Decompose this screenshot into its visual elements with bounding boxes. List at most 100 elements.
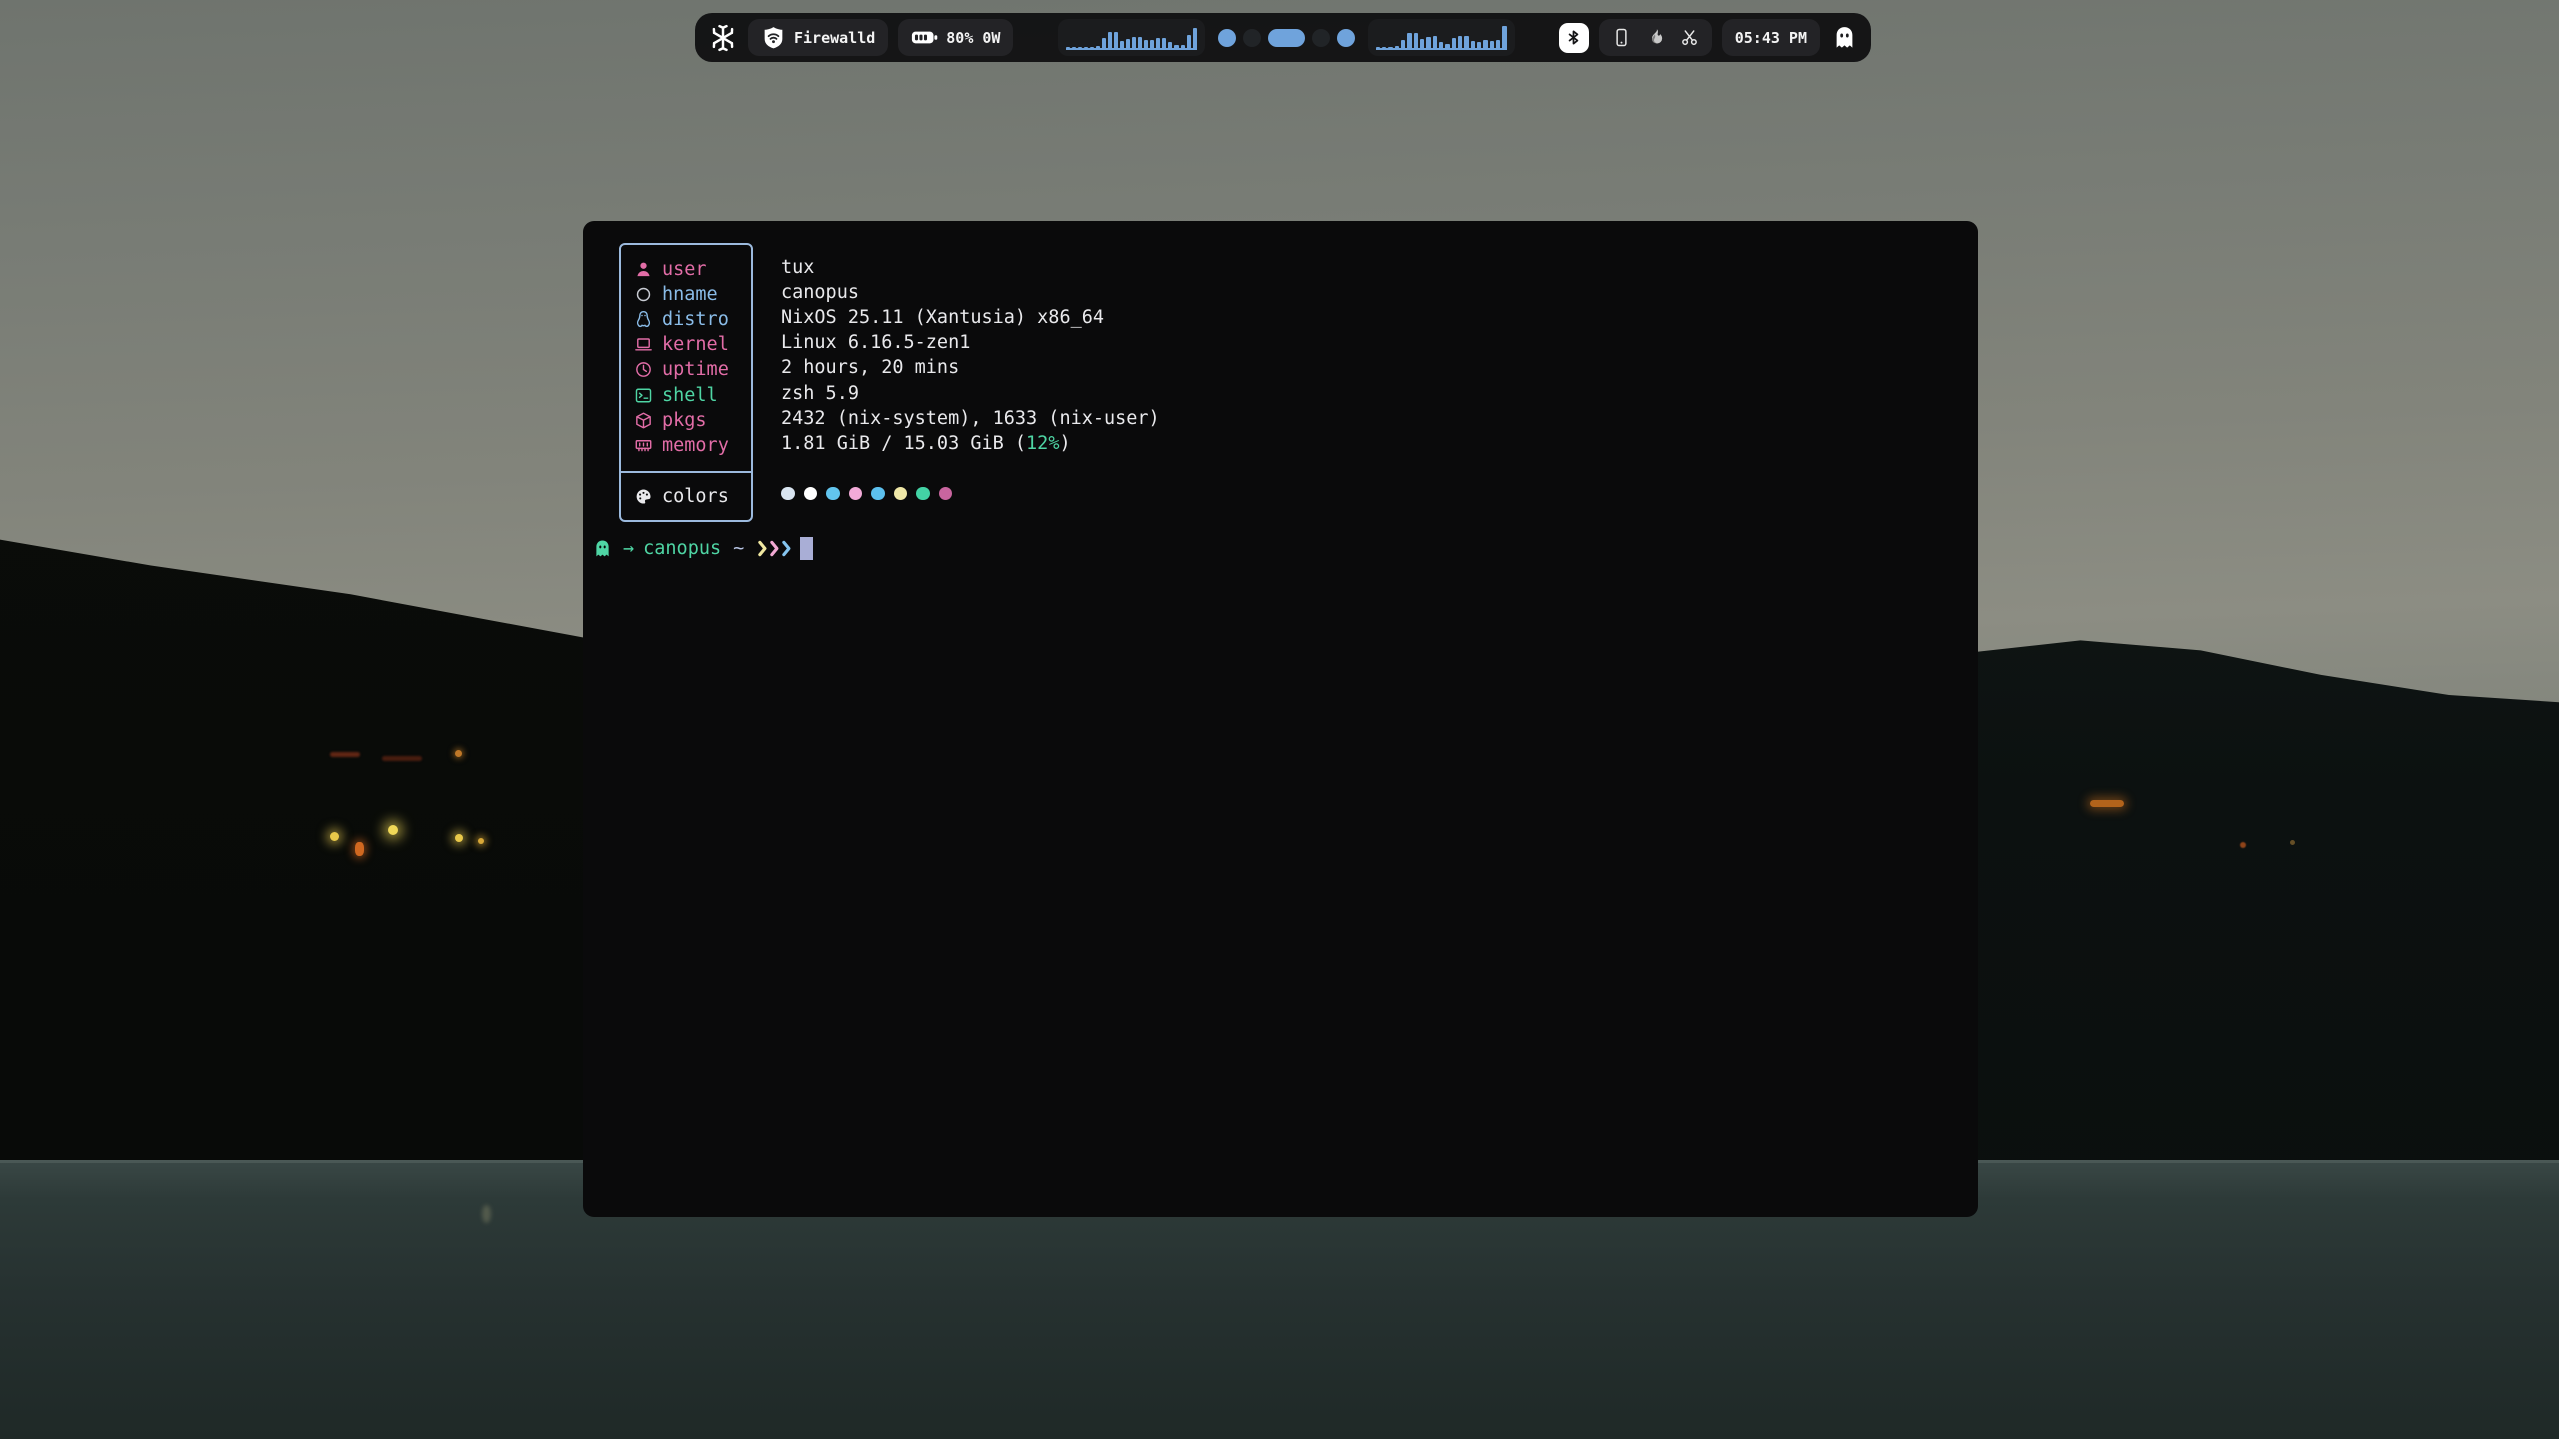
graph-bar <box>1078 47 1082 50</box>
chevron-right-icon <box>769 539 780 558</box>
penguin-icon <box>633 310 653 330</box>
graph-bar <box>1102 38 1106 50</box>
graph-bar <box>1490 41 1494 51</box>
graph-bar <box>1445 44 1449 50</box>
bluetooth-button[interactable] <box>1559 23 1589 53</box>
bar-right-group: 05:43 PM <box>1559 19 1858 56</box>
terminal-icon <box>633 385 653 405</box>
bar-left-group: Firewalld 80% 0W <box>708 19 1013 56</box>
laptop-icon <box>633 335 653 355</box>
graph-bar <box>1483 40 1487 51</box>
workspace-1-occupied[interactable] <box>1218 29 1236 47</box>
prompt-arrow: → <box>623 538 634 559</box>
graph-bar <box>1420 39 1424 50</box>
graph-bar <box>1150 40 1154 50</box>
system-tray <box>1599 19 1712 56</box>
package-icon <box>633 410 653 430</box>
fastfetch-value-memory: 1.81 GiB / 15.03 GiB (12%) <box>781 431 1160 456</box>
prompt-chevrons <box>757 539 793 558</box>
fastfetch-label: shell <box>662 385 718 406</box>
palette-dot <box>849 487 863 501</box>
graph-bar <box>1181 45 1185 50</box>
prompt-host: canopus <box>643 538 721 559</box>
workspace-4-empty[interactable] <box>1312 29 1330 47</box>
flame-icon[interactable] <box>1645 27 1666 48</box>
cpu-graph[interactable] <box>1058 19 1205 56</box>
wallpaper-light <box>455 750 462 757</box>
graph-bar <box>1193 28 1197 51</box>
wallpaper-light <box>455 834 463 842</box>
fastfetch-value-user: tux <box>781 255 1160 280</box>
battery-text: 80% 0W <box>946 29 1000 47</box>
circle-icon <box>633 285 653 305</box>
user-icon <box>633 260 653 280</box>
fastfetch-label: user <box>662 259 707 280</box>
graph-bar <box>1376 47 1380 50</box>
shell-prompt: → canopus ~ <box>592 537 1978 560</box>
palette-dot <box>894 487 908 501</box>
graph-bar <box>1132 37 1136 50</box>
graph-bar <box>1401 40 1405 50</box>
fastfetch-label: kernel <box>662 334 729 355</box>
graph-bar <box>1066 47 1070 50</box>
graph-bar <box>1395 46 1399 50</box>
fastfetch-box: userhnamedistrokerneluptimeshellpkgsmemo… <box>619 243 753 522</box>
clock-text: 05:43 PM <box>1735 29 1807 47</box>
graph-bar <box>1502 26 1506 50</box>
fastfetch-row-distro: distro <box>621 307 751 332</box>
workspace-5-occupied[interactable] <box>1337 29 1355 47</box>
fastfetch-value-kernel: Linux 6.16.5-zen1 <box>781 330 1160 355</box>
graph-bar <box>1496 40 1500 51</box>
ghost-icon <box>592 538 613 559</box>
ghost-icon[interactable] <box>1830 24 1858 52</box>
wallpaper-light <box>330 752 360 757</box>
fastfetch-value-hname: canopus <box>781 280 1160 305</box>
fastfetch-value-distro: NixOS 25.11 (Xantusia) x86_64 <box>781 305 1160 330</box>
graph-bar <box>1072 47 1076 50</box>
nix-snowflake-icon[interactable] <box>708 23 738 53</box>
graph-bar <box>1458 36 1462 51</box>
wallpaper-light <box>330 832 339 841</box>
graph-bar <box>1388 47 1392 50</box>
scissors-icon[interactable] <box>1679 27 1700 48</box>
terminal-cursor <box>800 537 813 560</box>
fastfetch-label: memory <box>662 435 729 456</box>
clock-pill[interactable]: 05:43 PM <box>1722 19 1820 56</box>
graph-bar <box>1414 33 1418 50</box>
terminal-window[interactable]: userhnamedistrokerneluptimeshellpkgsmemo… <box>583 221 1978 1217</box>
graph-bar <box>1439 42 1443 51</box>
bar-center-group <box>1058 19 1515 56</box>
clock-icon <box>633 360 653 380</box>
graph-bar <box>1433 36 1437 51</box>
graph-bar <box>1471 41 1475 51</box>
wallpaper-light <box>355 842 364 856</box>
fastfetch-label: pkgs <box>662 410 707 431</box>
phone-icon[interactable] <box>1611 27 1632 48</box>
graph-bar <box>1407 33 1411 50</box>
chevron-right-icon <box>757 539 768 558</box>
graph-bar <box>1090 47 1094 51</box>
status-bar: Firewalld 80% 0W <box>695 13 1871 62</box>
graph-bar <box>1426 37 1430 50</box>
fastfetch-label: uptime <box>662 359 729 380</box>
graph-bar <box>1120 41 1124 51</box>
wallpaper-light <box>382 756 422 761</box>
fastfetch-output: userhnamedistrokerneluptimeshellpkgsmemo… <box>619 243 1978 522</box>
workspace-indicators <box>1218 29 1355 47</box>
mem-graph[interactable] <box>1368 19 1515 56</box>
workspace-3-active[interactable] <box>1268 29 1305 47</box>
graph-bar <box>1464 36 1468 51</box>
bluetooth-icon <box>1563 27 1584 48</box>
workspace-2-empty[interactable] <box>1243 29 1261 47</box>
battery-pill[interactable]: 80% 0W <box>898 19 1013 56</box>
wallpaper-light <box>2090 800 2124 807</box>
firewall-pill[interactable]: Firewalld <box>748 19 888 56</box>
palette-dot <box>781 487 795 501</box>
palette-dot <box>939 487 953 501</box>
wallpaper-light <box>388 825 398 835</box>
fastfetch-row-pkgs: pkgs <box>621 408 751 433</box>
shield-wifi-icon <box>761 25 786 50</box>
graph-bar <box>1382 47 1386 50</box>
graph-bar <box>1174 45 1178 50</box>
graph-bar <box>1144 40 1148 50</box>
